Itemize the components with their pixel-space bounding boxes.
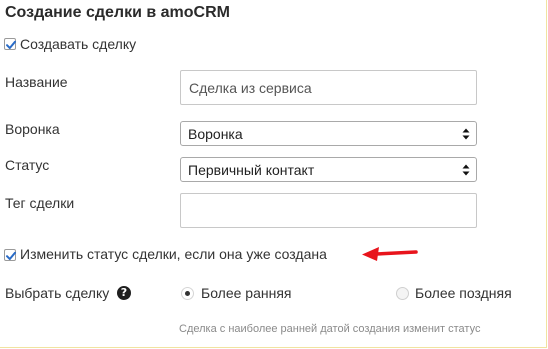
name-input[interactable]: Сделка из сервиса xyxy=(180,70,477,105)
status-label: Статус xyxy=(5,157,50,173)
radio-later[interactable] xyxy=(396,287,409,300)
pipeline-select[interactable]: Воронка xyxy=(180,121,477,146)
name-input-value: Сделка из сервиса xyxy=(189,80,312,96)
help-icon[interactable]: ? xyxy=(117,286,131,300)
checkmark-icon xyxy=(6,251,16,260)
select-deal-hint: Сделка с наиболее ранней датой создания … xyxy=(179,323,481,335)
radio-earlier[interactable] xyxy=(181,287,194,300)
red-arrow-icon xyxy=(362,247,418,261)
status-select-value: Первичный контакт xyxy=(188,162,315,178)
create-deal-checkbox[interactable] xyxy=(4,38,16,50)
select-deal-label: Выбрать сделку xyxy=(5,285,110,301)
name-label: Название xyxy=(5,74,68,90)
section-title: Создание сделки в amoCRM xyxy=(5,4,230,21)
change-status-label[interactable]: Изменить статус сделки, если она уже соз… xyxy=(20,246,327,262)
change-status-checkbox[interactable] xyxy=(4,249,16,261)
pipeline-select-value: Воронка xyxy=(188,126,243,142)
select-arrows-icon xyxy=(462,128,470,139)
radio-selected-dot xyxy=(185,291,190,296)
tag-input[interactable] xyxy=(180,193,477,228)
pipeline-label: Воронка xyxy=(5,121,60,137)
status-select[interactable]: Первичный контакт xyxy=(180,157,477,182)
create-deal-label[interactable]: Создавать сделку xyxy=(20,36,136,52)
deal-creation-panel: Создание сделки в amoCRM Создавать сделк… xyxy=(0,0,547,348)
checkmark-icon xyxy=(6,40,16,49)
select-arrows-icon xyxy=(462,164,470,175)
tag-label: Тег сделки xyxy=(5,195,75,211)
radio-earlier-label[interactable]: Более ранняя xyxy=(201,285,292,301)
radio-later-label[interactable]: Более поздняя xyxy=(415,285,512,301)
